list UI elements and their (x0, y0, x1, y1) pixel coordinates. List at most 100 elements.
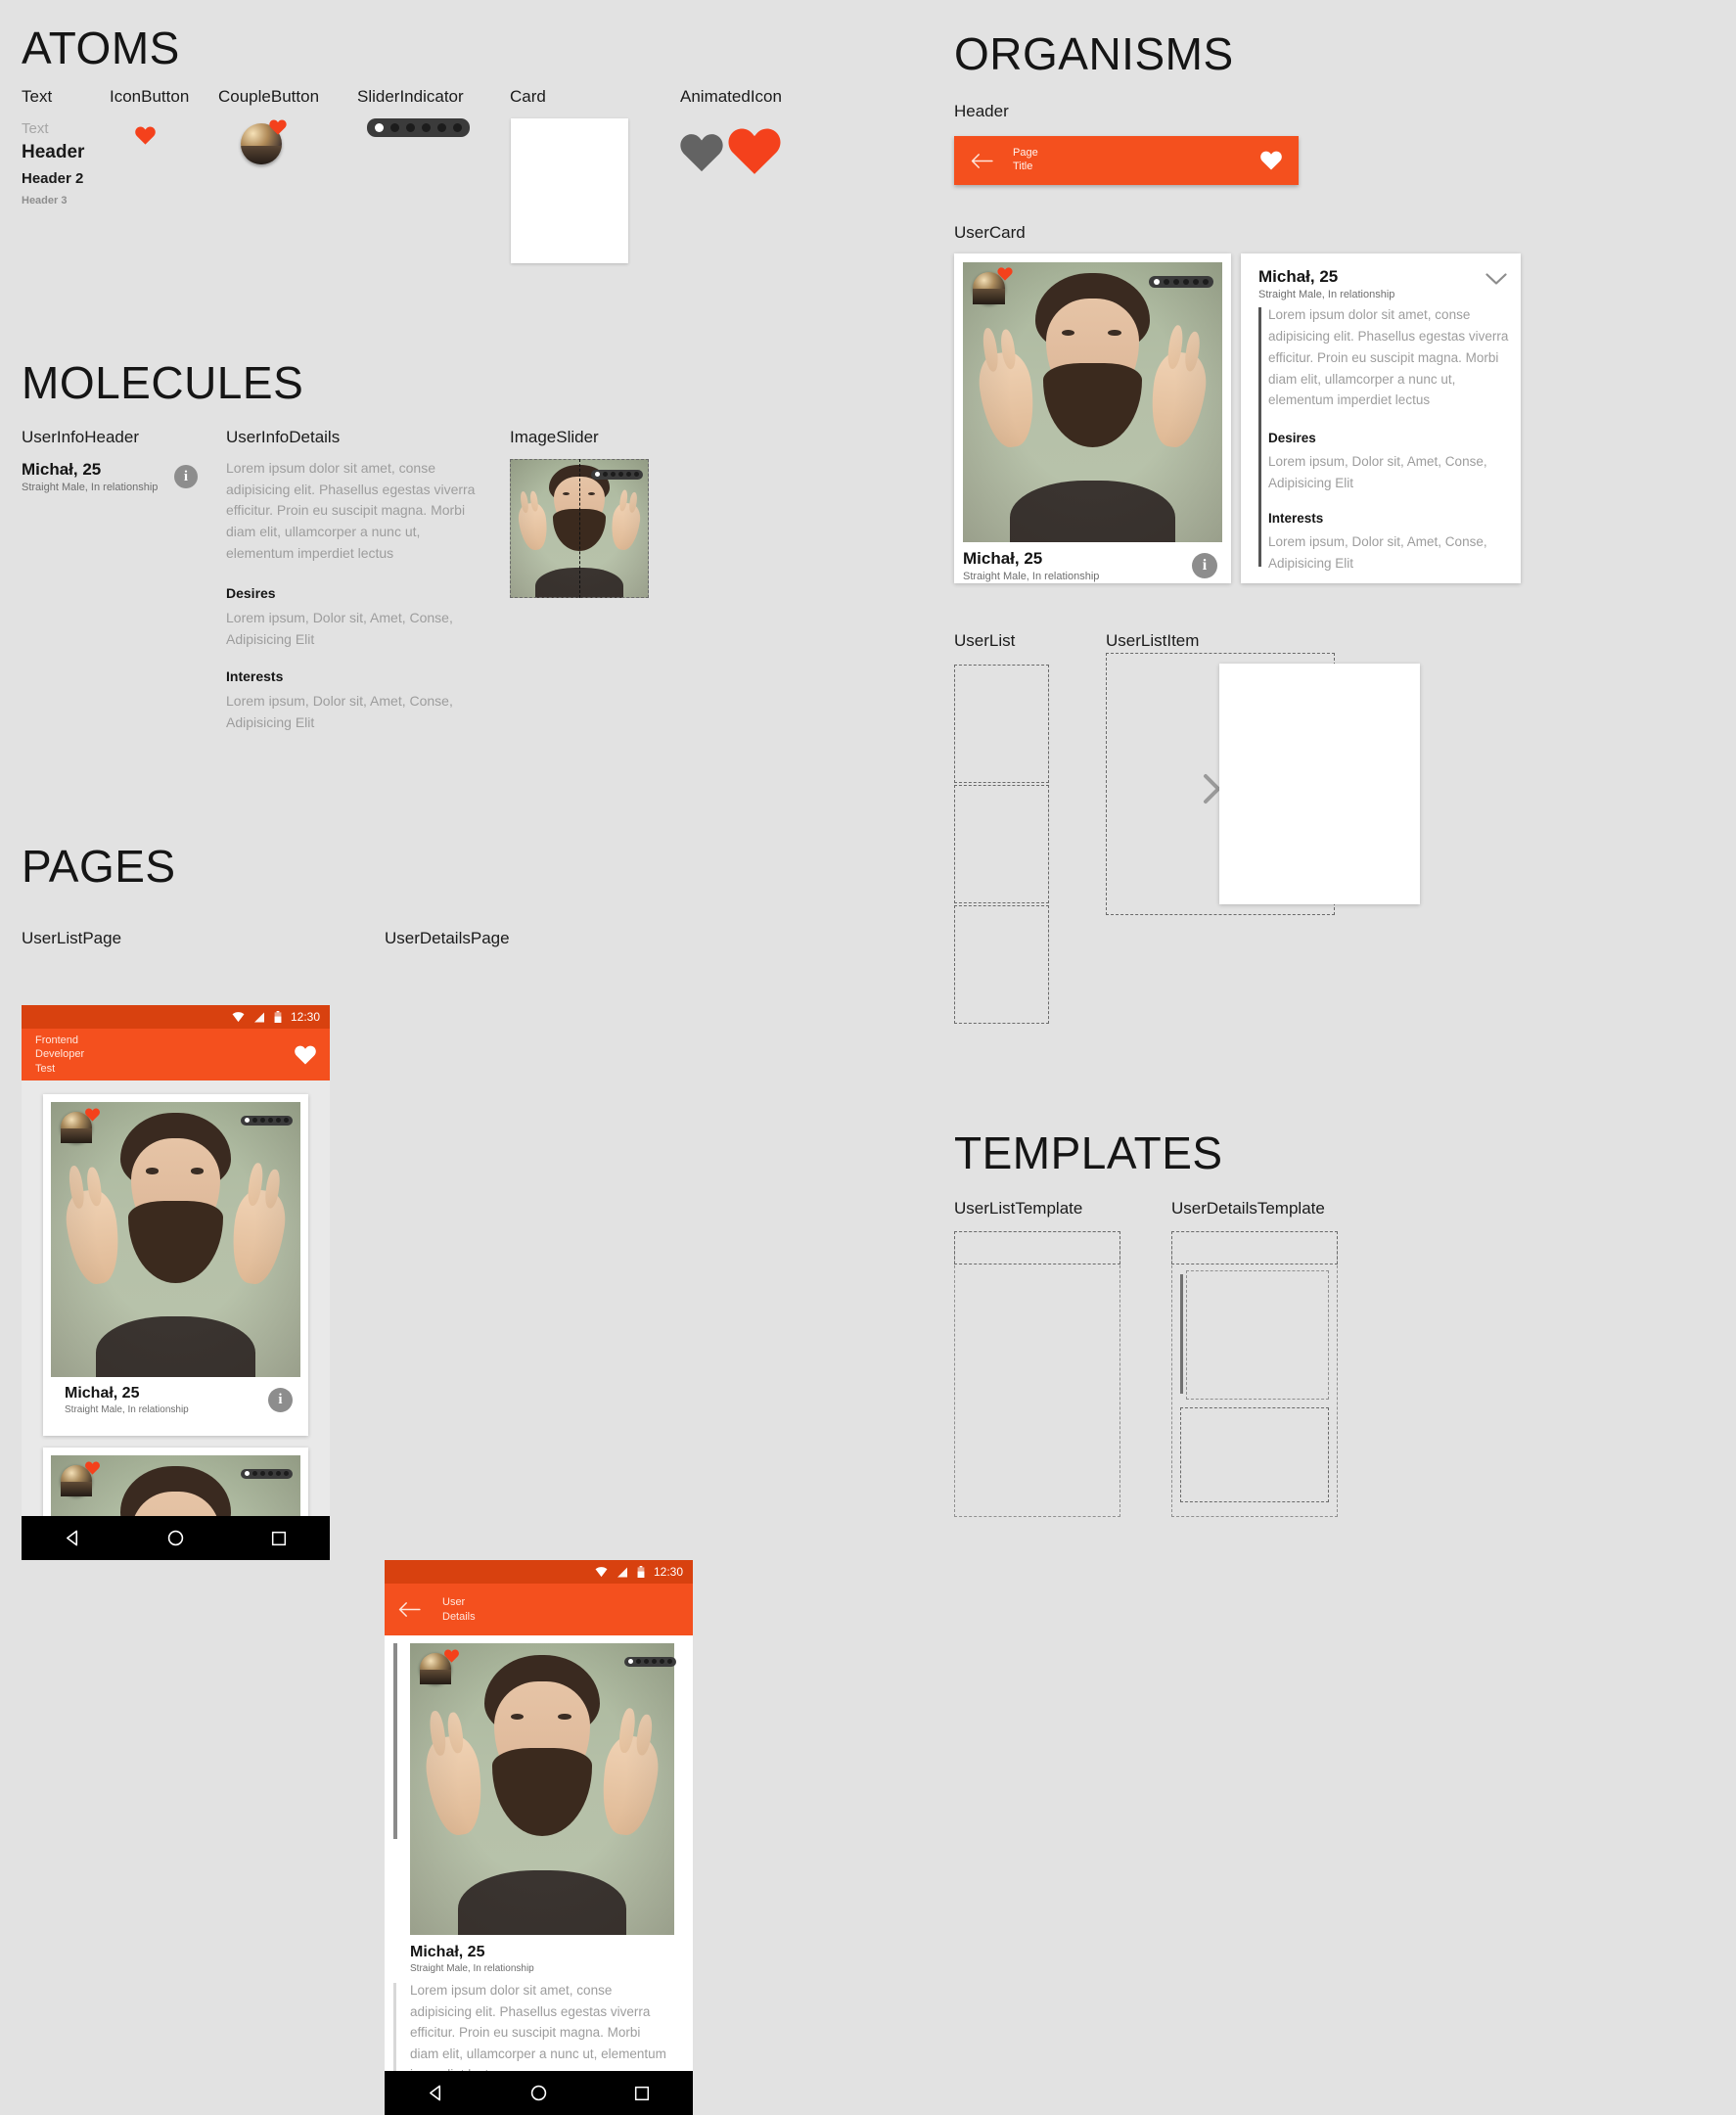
arrow-left-icon[interactable] (398, 1601, 421, 1618)
text-sample-body: Text (22, 120, 49, 137)
user-details-template-photo-slot (1186, 1270, 1329, 1400)
heart-icon[interactable] (1260, 151, 1282, 170)
slider-indicator[interactable] (241, 1463, 293, 1481)
user-name: Michał, 25 (65, 1385, 140, 1402)
slider-indicator[interactable] (624, 1651, 676, 1669)
slider-indicator[interactable] (1149, 272, 1213, 290)
circle-home-icon[interactable] (167, 1530, 184, 1546)
interests-value: Lorem ipsum, Dolor sit, Amet, Conse, Adi… (226, 692, 453, 730)
text-sample-header3: Header 3 (22, 195, 68, 207)
label-couple-button: CoupleButton (218, 87, 320, 106)
info-icon[interactable]: i (174, 465, 198, 488)
user-info-details: Lorem ipsum dolor sit amet, conse adipis… (226, 458, 480, 733)
user-details-scroll[interactable]: Michał, 25 Straight Male, In relationshi… (385, 1635, 693, 2115)
slider-dot[interactable] (453, 123, 462, 132)
couple-button[interactable] (420, 1649, 459, 1684)
heart-icon (728, 128, 781, 174)
desires-value: Lorem ipsum, Dolor sit, Amet, Conse, Adi… (226, 610, 453, 648)
slider-indicator[interactable] (241, 1110, 293, 1127)
user-card[interactable]: Michał, 25 Straight Male, In relationshi… (954, 253, 1231, 583)
image-slider[interactable] (510, 459, 649, 598)
user-list-scroll[interactable]: Michał, 25 Straight Male, In relationshi… (22, 1080, 330, 1560)
slider-dot[interactable] (437, 123, 446, 132)
user-subtitle: Straight Male, In relationship (410, 1963, 534, 1974)
user-list-placeholder (954, 665, 1049, 783)
header-title: Page Title (1013, 147, 1038, 174)
square-recents-icon[interactable] (271, 1531, 287, 1546)
couple-button[interactable] (61, 1461, 100, 1496)
card-atom[interactable] (511, 118, 628, 263)
app-bar-title: Frontend Developer Test (35, 1034, 84, 1075)
label-card: Card (510, 87, 546, 106)
slider-dot-active[interactable] (1154, 279, 1160, 285)
heart-icon (135, 126, 156, 145)
user-subtitle: Straight Male, In relationship (22, 482, 159, 493)
label-user-list-page: UserListPage (22, 929, 122, 947)
animated-icon-active[interactable] (728, 127, 781, 175)
user-list-item-card[interactable] (1219, 664, 1420, 904)
user-info-details: Lorem ipsum dolor sit amet, conse adipis… (1268, 304, 1515, 575)
couple-button[interactable] (973, 267, 1013, 304)
user-list-template-bounds (954, 1231, 1120, 1517)
user-info-header: Michał, 25 Straight Male, In relationshi… (22, 460, 198, 493)
slider-dot[interactable] (1164, 279, 1169, 285)
user-subtitle: Straight Male, In relationship (963, 571, 1100, 582)
battery-icon (637, 1566, 645, 1578)
slider-dot[interactable] (1183, 279, 1189, 285)
section-title-templates: TEMPLATES (954, 1127, 1223, 1178)
user-list-placeholder (954, 905, 1049, 1024)
label-user-list-item: UserListItem (1106, 631, 1200, 650)
animated-icon-inactive[interactable] (680, 133, 723, 172)
text-sample-header2: Header 2 (22, 170, 84, 187)
user-photo (51, 1102, 300, 1377)
slider-dot[interactable] (1193, 279, 1199, 285)
expand-button[interactable] (1485, 273, 1507, 291)
wifi-icon (595, 1566, 608, 1577)
user-list-page: 12:30 Frontend Developer Test Michał, 25… (22, 1005, 330, 1560)
wifi-icon (232, 1011, 245, 1022)
app-title-line2: Details (442, 1610, 476, 1623)
slider-indicator[interactable] (367, 118, 470, 137)
user-list-item[interactable]: Michał, 25 Straight Male, In relationshi… (43, 1094, 308, 1436)
user-subtitle: Straight Male, In relationship (1258, 289, 1395, 300)
icon-button[interactable] (135, 126, 156, 145)
slider-dot[interactable] (406, 123, 415, 132)
slider-dot[interactable] (1173, 279, 1179, 285)
user-name: Michał, 25 (22, 460, 102, 479)
circle-home-icon[interactable] (530, 2085, 547, 2101)
couple-button[interactable] (241, 119, 287, 164)
interests-heading: Interests (226, 667, 284, 684)
user-bio: Lorem ipsum dolor sit amet, conse adipis… (410, 1983, 666, 2082)
slider-dot[interactable] (1203, 279, 1209, 285)
section-title-atoms: ATOMS (22, 23, 180, 73)
arrow-left-icon[interactable] (971, 153, 993, 169)
signal-icon (253, 1012, 264, 1022)
interests-value: Lorem ipsum, Dolor sit, Amet, Conse, Adi… (1268, 534, 1487, 571)
app-title-line2: Developer (35, 1048, 85, 1061)
status-time: 12:30 (653, 1565, 683, 1579)
status-time: 12:30 (290, 1010, 320, 1024)
label-user-card: UserCard (954, 223, 1026, 242)
info-icon[interactable]: i (1192, 553, 1217, 578)
info-icon[interactable]: i (268, 1388, 293, 1412)
user-info-header: Michał, 25 Straight Male, In relationshi… (1258, 267, 1394, 300)
slider-dot[interactable] (390, 123, 399, 132)
slider-dot[interactable] (422, 123, 431, 132)
label-user-details-template: UserDetailsTemplate (1171, 1199, 1325, 1218)
label-user-list: UserList (954, 631, 1016, 650)
user-bio: Lorem ipsum dolor sit amet, conse adipis… (1268, 307, 1509, 408)
couple-button[interactable] (61, 1108, 100, 1143)
triangle-back-icon[interactable] (65, 1530, 81, 1546)
interests-heading: Interests (1268, 511, 1324, 527)
text-atom-group: Text Header Header 2 Header 3 (22, 120, 110, 207)
heart-icon (997, 267, 1013, 282)
heart-icon[interactable] (295, 1045, 316, 1065)
label-user-details-page: UserDetailsPage (385, 929, 510, 947)
user-card-details-panel[interactable]: Michał, 25 Straight Male, In relationshi… (1241, 253, 1521, 583)
square-recents-icon[interactable] (634, 2086, 650, 2101)
triangle-back-icon[interactable] (428, 2085, 444, 2101)
scrollbar[interactable] (393, 1643, 397, 1839)
image-slider-indicator[interactable] (591, 464, 643, 482)
slider-dot-active[interactable] (375, 123, 384, 132)
label-image-slider: ImageSlider (510, 428, 599, 446)
